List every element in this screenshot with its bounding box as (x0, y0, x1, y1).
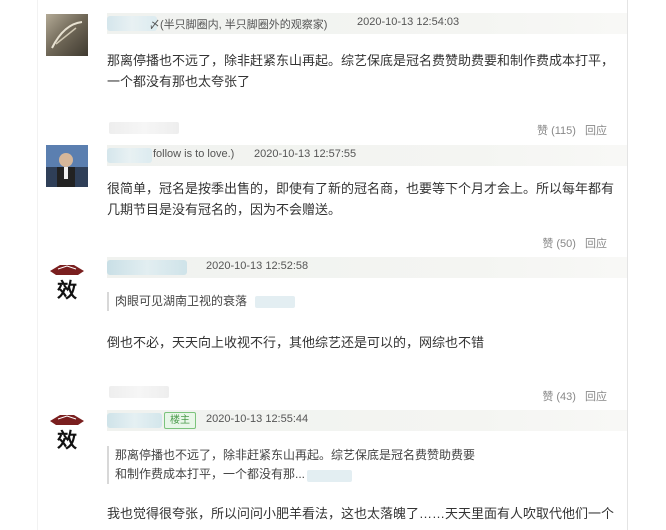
comment-text: 那离停播也不远了，除非赶紧东山再起。综艺保底是冠名费赞助费要和制作费成本打平，一… (107, 53, 615, 89)
right-border (627, 0, 628, 530)
avatar[interactable]: 效 (46, 411, 88, 453)
comment-text: 很简单，冠名是按季出售的，即使有了新的冠名商，也要等下个月才会上。所以每年都有几… (107, 181, 615, 217)
comment-header: 2020-10-13 12:52:58 (107, 257, 627, 278)
quoted-text-line1: 那离停播也不远了，除非赶紧东山再起。综艺保底是冠名费赞助费要 (115, 448, 476, 462)
ghost-line (109, 386, 169, 398)
user-tagline: follow is to love.) (153, 148, 235, 160)
like-button[interactable]: 赞 (50) (542, 238, 576, 250)
comment-header: 〆(半只脚圈内, 半只脚圈外的观察家) 2020-10-13 12:54:03 (107, 13, 627, 34)
comment-header: follow is to love.) 2020-10-13 12:57:55 (107, 145, 627, 166)
comment-time: 2020-10-13 12:52:58 (206, 260, 309, 272)
user-tagline: 〆(半只脚圈内, 半只脚圈外的观察家) (149, 19, 328, 31)
username-blurred[interactable] (107, 148, 152, 163)
left-border (37, 0, 38, 530)
comment-time: 2020-10-13 12:54:03 (357, 16, 460, 28)
username-blurred[interactable] (107, 413, 162, 428)
ghost-line (109, 122, 179, 134)
quoted-reply: 那离停播也不远了，除非赶紧东山再起。综艺保底是冠名费赞助费要 和制作费成本打平，… (107, 446, 495, 484)
comment-actions: 赞 (115) 回应 (531, 122, 607, 138)
comment-text: 我也觉得很夸张，所以问问小肥羊看法，这也太落魄了……天天里面有人吹取代他们一个 (107, 506, 615, 521)
like-button[interactable]: 赞 (115) (537, 125, 576, 137)
avatar[interactable] (46, 14, 88, 56)
avatar-glyph: 效 (57, 428, 77, 452)
comment-text: 倒也不必，天天向上收视不行，其他综艺还是可以的，网综也不错 (107, 335, 485, 350)
reply-button[interactable]: 回应 (585, 391, 607, 403)
comment-feed: 〆(半只脚圈内, 半只脚圈外的观察家) 2020-10-13 12:54:03 … (37, 0, 629, 530)
quoted-text-line2: 和制作费成本打平，一个都没有那... (115, 467, 306, 481)
like-button[interactable]: 赞 (43) (542, 391, 576, 403)
comment-time: 2020-10-13 12:55:44 (206, 413, 309, 425)
quoted-user-blurred (307, 470, 352, 482)
avatar-glyph: 效 (57, 278, 77, 302)
quoted-text: 肉眼可见湖南卫视的衰落 (115, 294, 248, 308)
avatar[interactable] (46, 145, 88, 187)
quoted-user-blurred (255, 296, 295, 308)
comment-actions: 赞 (43) 回应 (536, 388, 607, 404)
comment-header: 楼主 2020-10-13 12:55:44 (107, 410, 627, 431)
avatar[interactable]: 效 (46, 261, 88, 303)
username-blurred[interactable] (107, 260, 187, 275)
reply-button[interactable]: 回应 (585, 125, 607, 137)
quoted-reply: 肉眼可见湖南卫视的衰落 (107, 292, 255, 311)
comment-time: 2020-10-13 12:57:55 (254, 148, 357, 160)
comment-actions: 赞 (50) 回应 (536, 235, 607, 251)
reply-button[interactable]: 回应 (585, 238, 607, 250)
op-badge: 楼主 (164, 412, 196, 429)
